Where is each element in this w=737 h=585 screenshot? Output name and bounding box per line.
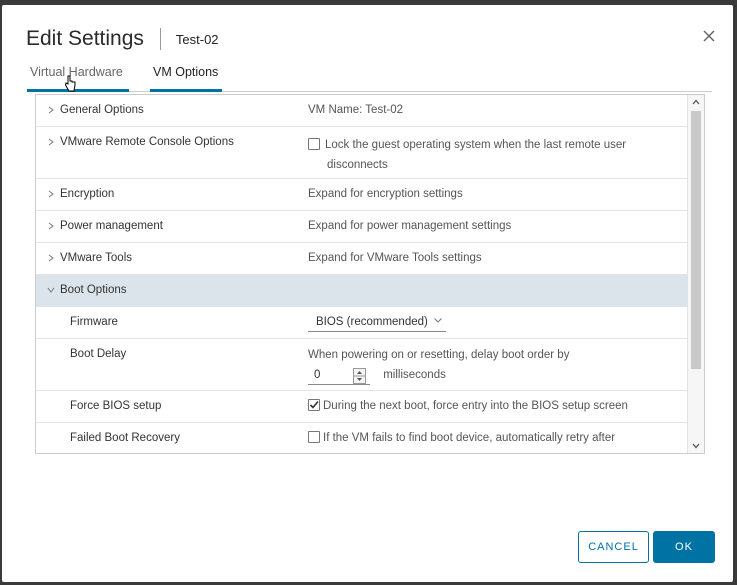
force-bios-label: Force BIOS setup [70,400,162,412]
tab-bar: Virtual Hardware VM Options [27,65,712,92]
spinner-icon[interactable] [353,368,366,384]
chevron-down-icon [434,318,442,323]
chevron-right-icon[interactable] [47,106,55,114]
chevron-right-icon[interactable] [47,138,55,146]
chevron-right-icon[interactable] [47,222,55,230]
boot-delay-number: 0 [314,369,321,381]
dialog-header: Edit Settings Test-02 [26,23,219,55]
cancel-button[interactable]: CANCEL [578,531,649,563]
chevron-right-icon[interactable] [47,254,55,262]
scroll-up-icon[interactable] [692,99,700,105]
scrollbar-thumb[interactable] [691,111,701,369]
settings-list: General Options VM Name: Test-02 VMware … [36,95,687,453]
checkmark-icon [309,400,319,409]
vmware-tools-value: Expand for VMware Tools settings [308,252,482,264]
lock-guest-text-line2: disconnects [327,159,388,171]
force-bios-text: During the next boot, force entry into t… [323,400,628,412]
encryption-label: Encryption [60,188,115,200]
boot-delay-stepper[interactable]: 0 [308,367,370,385]
vmware-tools-label: VMware Tools [60,252,133,264]
lock-guest-checkbox[interactable] [308,138,320,150]
failed-boot-label: Failed Boot Recovery [70,432,180,444]
force-bios-value: During the next boot, force entry into t… [308,391,628,422]
general-options-label: General Options [60,104,144,116]
general-options-value: VM Name: Test-02 [308,104,404,116]
chevron-right-icon[interactable] [47,190,55,198]
firmware-select-value: BIOS (recommended) [316,316,428,328]
row-boot-delay: Boot Delay When powering on or resetting… [36,339,687,391]
firmware-select[interactable]: BIOS (recommended) [308,314,446,332]
vmrc-options-value: Lock the guest operating system when the… [308,135,626,175]
power-management-label: Power management [60,220,163,232]
row-failed-boot-recovery: Failed Boot Recovery If the VM fails to … [36,423,687,453]
chevron-down-icon[interactable] [47,286,55,294]
scrollbar[interactable] [687,95,704,453]
boot-delay-label: Boot Delay [70,348,127,360]
close-icon[interactable] [701,28,717,44]
failed-boot-text: If the VM fails to find boot device, aut… [323,432,616,444]
row-encryption[interactable]: Encryption Expand for encryption setting… [36,179,687,211]
row-general-options[interactable]: General Options VM Name: Test-02 [36,95,687,127]
settings-panel: General Options VM Name: Test-02 VMware … [35,94,705,454]
tab-virtual-hardware[interactable]: Virtual Hardware [27,65,129,92]
row-vmware-tools[interactable]: VMware Tools Expand for VMware Tools set… [36,243,687,275]
edit-settings-dialog: Edit Settings Test-02 Virtual Hardware V… [2,5,733,582]
tab-vm-options[interactable]: VM Options [150,65,222,92]
force-bios-checkbox[interactable] [308,399,320,411]
boot-delay-text: When powering on or resetting, delay boo… [308,349,570,361]
firmware-label: Firmware [70,316,118,328]
encryption-value: Expand for encryption settings [308,188,463,200]
failed-boot-value: If the VM fails to find boot device, aut… [308,423,616,453]
hand-cursor-icon [64,75,76,93]
boot-options-label: Boot Options [60,284,127,296]
title-divider [159,28,161,50]
row-power-management[interactable]: Power management Expand for power manage… [36,211,687,243]
dialog-subtitle: Test-02 [175,31,219,47]
lock-guest-text-line1: Lock the guest operating system when the… [325,139,627,151]
scroll-down-icon[interactable] [692,443,700,449]
dialog-title: Edit Settings [26,27,144,50]
row-firmware: Firmware BIOS (recommended) [36,307,687,339]
boot-delay-unit: milliseconds [383,369,446,381]
row-vmrc-options[interactable]: VMware Remote Console Options Lock the g… [36,127,687,179]
row-force-bios: Force BIOS setup During the next boot, f… [36,391,687,423]
ok-button[interactable]: OK [653,531,715,563]
failed-boot-checkbox[interactable] [308,431,320,443]
vmrc-options-label: VMware Remote Console Options [60,136,234,148]
row-boot-options[interactable]: Boot Options [36,275,687,307]
boot-delay-value: When powering on or resetting, delay boo… [308,347,569,385]
power-management-value: Expand for power management settings [308,220,512,232]
